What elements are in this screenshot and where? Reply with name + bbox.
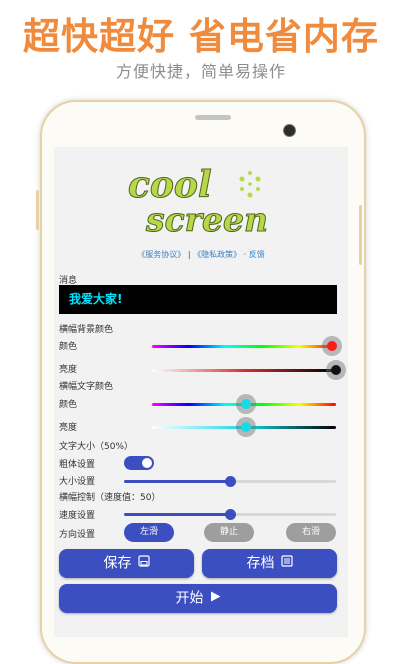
list-icon bbox=[280, 549, 293, 578]
size-setting-label: 大小设置 bbox=[59, 477, 96, 487]
link-separator: | bbox=[187, 250, 191, 259]
bold-label: 粗体设置 bbox=[59, 460, 96, 470]
save-button-label: 保存 bbox=[103, 555, 132, 572]
scroll-left-button[interactable]: 左滑 bbox=[124, 523, 174, 542]
promo-headline: 超快超好 省电省内存 bbox=[23, 15, 379, 58]
phone-volume-button bbox=[36, 190, 39, 230]
size-slider-fill bbox=[124, 480, 230, 483]
phone-speaker bbox=[195, 115, 231, 120]
message-input[interactable]: 我爱大家! bbox=[59, 285, 337, 314]
privacy-policy-link[interactable]: 《隐私政策》 bbox=[193, 250, 241, 259]
banner-text-label: 横幅文字颜色 bbox=[59, 382, 114, 392]
size-slider-thumb[interactable] bbox=[224, 476, 236, 487]
text-color-label: 颜色 bbox=[59, 400, 78, 410]
bg-color-thumb-dot bbox=[327, 341, 338, 351]
text-brightness-label: 亮度 bbox=[59, 423, 78, 433]
archive-button-label: 存档 bbox=[246, 555, 275, 572]
sparkle-icon bbox=[239, 171, 261, 198]
direction-setting-label: 方向设置 bbox=[59, 530, 96, 540]
banner-control-label: 横幅控制（速度值：50） bbox=[59, 493, 161, 503]
text-brightness-slider-thumb[interactable] bbox=[235, 417, 256, 437]
text-brightness-thumb-dot bbox=[240, 422, 251, 432]
speed-slider-fill bbox=[124, 513, 230, 516]
bg-brightness-thumb-dot bbox=[331, 365, 341, 375]
speed-setting-label: 速度设置 bbox=[59, 511, 96, 521]
bold-toggle[interactable] bbox=[124, 456, 154, 470]
scroll-right-button[interactable]: 右滑 bbox=[286, 523, 336, 542]
save-button[interactable]: 保存 bbox=[59, 549, 194, 578]
text-color-slider-thumb[interactable] bbox=[235, 394, 256, 414]
feedback-link[interactable]: 反馈 bbox=[249, 250, 265, 259]
play-icon bbox=[210, 584, 221, 613]
start-button-label: 开始 bbox=[175, 590, 204, 607]
bold-toggle-knob bbox=[142, 458, 152, 468]
text-size-label: 文字大小（50%） bbox=[59, 442, 134, 452]
app-screen: cool screen 《服务协议》 | 《隐私政策》 · 反馈 消息 我爱大家… bbox=[54, 147, 348, 637]
service-agreement-link[interactable]: 《服务协议》 bbox=[137, 250, 185, 259]
text-color-thumb-dot bbox=[240, 399, 251, 409]
bg-color-label: 颜色 bbox=[59, 342, 78, 352]
bg-brightness-label: 亮度 bbox=[59, 365, 78, 375]
bg-brightness-slider[interactable] bbox=[152, 369, 336, 372]
logo-line2: screen bbox=[145, 200, 268, 239]
phone-power-button bbox=[359, 205, 362, 265]
legal-links: 《服务协议》 | 《隐私政策》 · 反馈 bbox=[54, 249, 348, 260]
archive-button[interactable]: 存档 bbox=[202, 549, 337, 578]
camera-icon bbox=[283, 124, 296, 137]
bg-brightness-slider-thumb[interactable] bbox=[326, 360, 346, 380]
promo-subline: 方便快捷，简单易操作 bbox=[115, 62, 286, 81]
banner-bg-label: 横幅背景颜色 bbox=[59, 325, 114, 335]
link-dot: · bbox=[243, 250, 247, 259]
save-icon bbox=[137, 549, 150, 578]
scroll-stop-button[interactable]: 静止 bbox=[204, 523, 254, 542]
bg-color-slider[interactable] bbox=[152, 345, 336, 348]
start-button[interactable]: 开始 bbox=[59, 584, 337, 613]
bg-color-slider-thumb[interactable] bbox=[322, 336, 343, 356]
app-logo: cool screen bbox=[128, 164, 269, 240]
speed-slider-thumb[interactable] bbox=[224, 509, 236, 520]
